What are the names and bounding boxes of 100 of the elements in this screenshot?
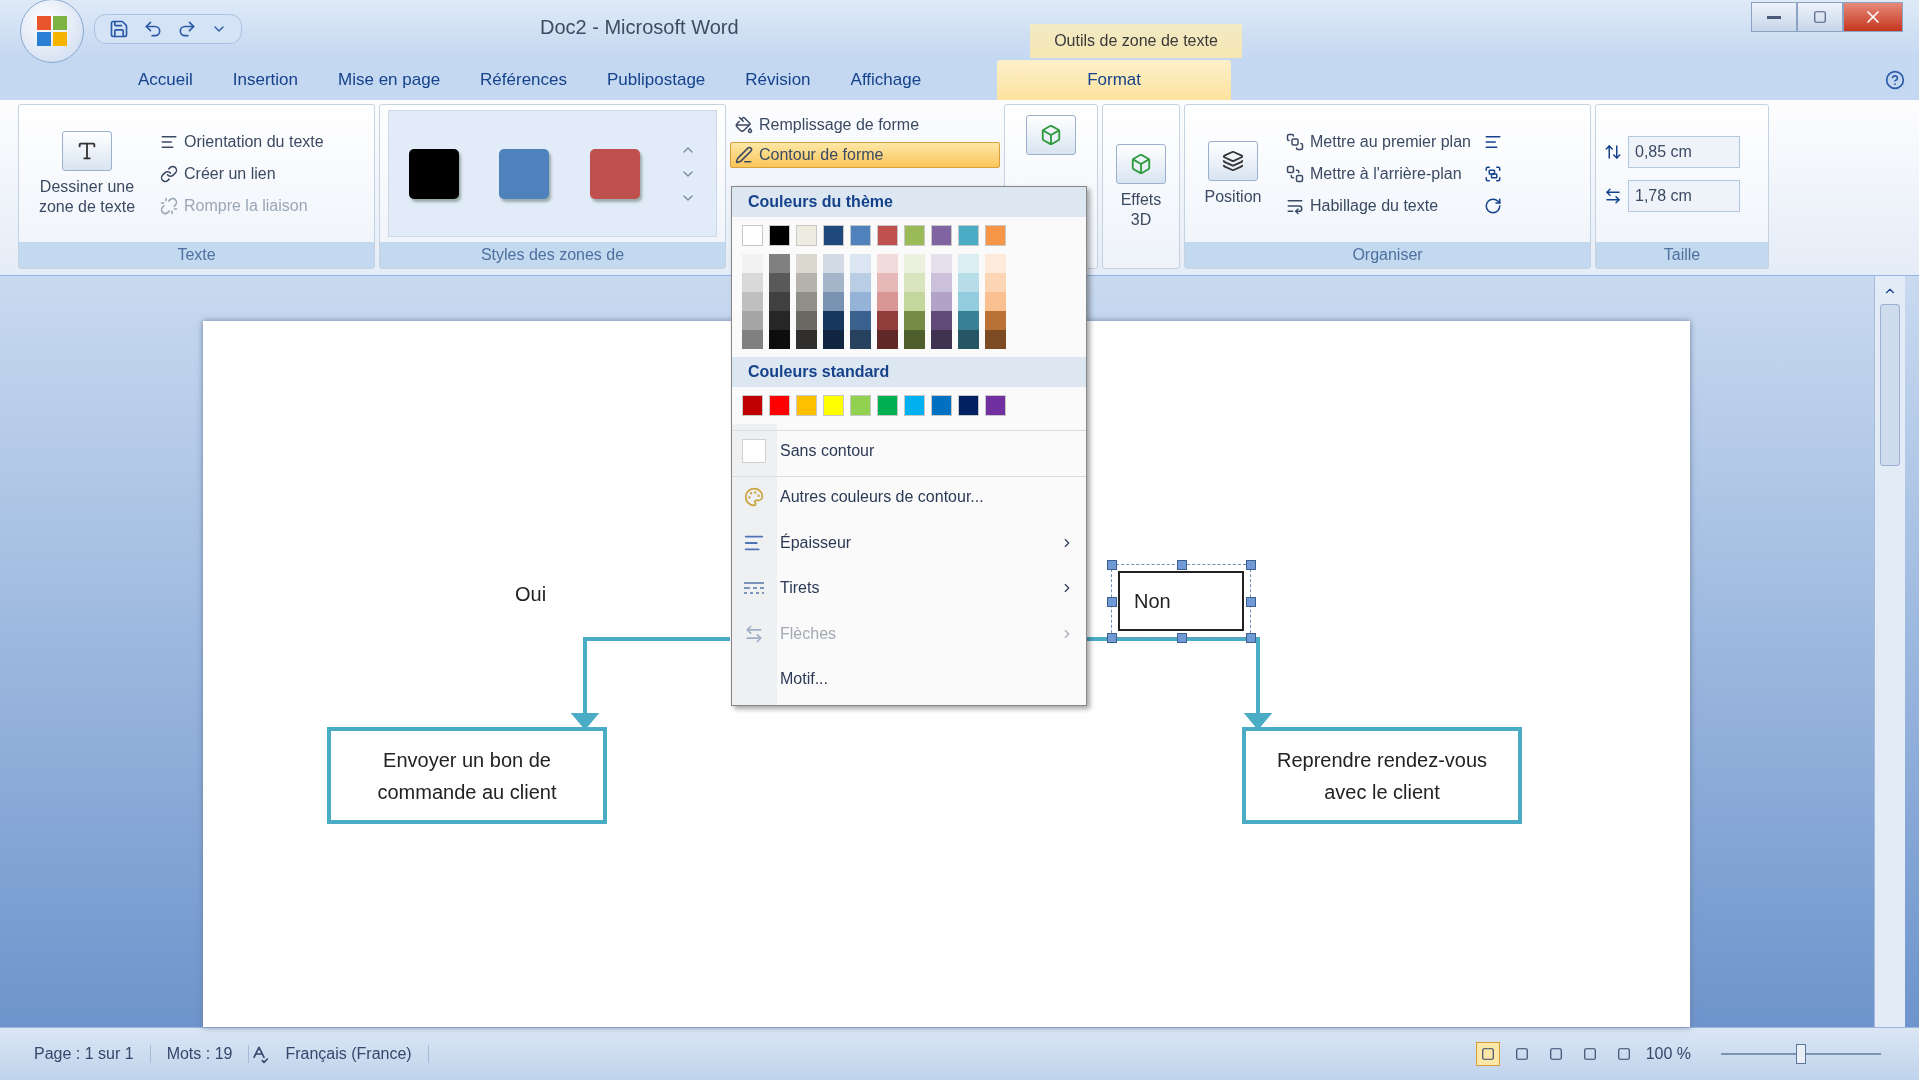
resize-handle[interactable] [1246,633,1256,643]
shade-swatch[interactable] [850,273,871,292]
status-item[interactable]: Français (France) [269,1045,429,1063]
color-swatch[interactable] [769,225,790,246]
draw-text-box-button[interactable]: Dessiner une zone de texte [27,126,147,221]
zoom-level[interactable]: 100 % [1645,1045,1691,1063]
help-icon[interactable] [1885,70,1905,90]
shade-swatch[interactable] [796,292,817,311]
shade-swatch[interactable] [769,292,790,311]
save-icon[interactable] [109,19,129,39]
color-swatch[interactable] [796,395,817,416]
shade-swatch[interactable] [985,330,1006,349]
ribbon-command[interactable]: Créer un lien [155,160,329,187]
shade-swatch[interactable] [931,311,952,330]
maximize-button[interactable] [1797,2,1843,32]
color-swatch[interactable] [742,225,763,246]
shade-swatch[interactable] [742,254,763,273]
resize-handle[interactable] [1177,560,1187,570]
shape-style-swatch[interactable] [499,148,550,199]
shade-swatch[interactable] [769,254,790,273]
redo-icon[interactable] [177,19,197,39]
shade-swatch[interactable] [742,292,763,311]
shade-swatch[interactable] [850,330,871,349]
status-item[interactable]: Page : 1 sur 1 [18,1045,151,1063]
color-swatch[interactable] [985,395,1006,416]
shade-swatch[interactable] [850,254,871,273]
ribbon-tab[interactable]: Révision [725,60,831,100]
ribbon-command[interactable]: Orientation du texte [155,128,329,155]
shade-swatch[interactable] [742,311,763,330]
shade-swatch[interactable] [904,254,925,273]
shade-swatch[interactable] [850,311,871,330]
shade-swatch[interactable] [877,273,898,292]
shade-swatch[interactable] [958,254,979,273]
shape-format-button[interactable]: Remplissage de forme [730,112,1000,138]
shade-swatch[interactable] [931,254,952,273]
ribbon-tab[interactable]: Insertion [212,60,318,100]
shade-swatch[interactable] [985,292,1006,311]
shade-swatch[interactable] [850,292,871,311]
shade-swatch[interactable] [769,273,790,292]
ribbon-tab[interactable]: Accueil [118,60,213,100]
resize-handle[interactable] [1246,597,1256,607]
color-swatch[interactable] [904,395,925,416]
shade-swatch[interactable] [877,292,898,311]
size-field[interactable]: 0,85 cm [1628,135,1740,168]
shape-format-button[interactable]: Contour de forme [730,142,1000,168]
close-button[interactable] [1843,2,1903,32]
resize-handle[interactable] [1107,597,1117,607]
undo-icon[interactable] [143,19,163,39]
color-swatch[interactable] [958,395,979,416]
menu-item[interactable]: Autres couleurs de contour... [732,476,1086,518]
status-item[interactable]: Mots : 19 [150,1045,250,1063]
color-swatch[interactable] [742,395,763,416]
ribbon-command[interactable]: Habillage du texte [1281,192,1476,219]
ribbon-tab[interactable]: Affichage [830,60,942,100]
rotate-icon[interactable] [1483,196,1502,215]
color-swatch[interactable] [931,225,952,246]
menu-item[interactable]: Tirets [732,568,1086,609]
shade-swatch[interactable] [877,330,898,349]
shade-swatch[interactable] [904,330,925,349]
scroll-thumb[interactable] [1880,304,1900,466]
color-swatch[interactable] [769,395,790,416]
color-swatch[interactable] [823,225,844,246]
ribbon-tab[interactable]: Mise en page [318,60,461,100]
ribbon-tab[interactable]: Format [997,60,1231,100]
color-swatch[interactable] [850,395,871,416]
shade-swatch[interactable] [985,254,1006,273]
shade-swatch[interactable] [796,330,817,349]
text-box[interactable]: Non [1118,571,1244,631]
menu-item[interactable]: Sans contour [732,429,1086,471]
shade-swatch[interactable] [877,254,898,273]
shade-swatch[interactable] [958,273,979,292]
resize-handle[interactable] [1107,633,1117,643]
color-swatch[interactable] [850,225,871,246]
ribbon-tab[interactable]: Références [460,60,588,100]
shade-swatch[interactable] [742,273,763,292]
color-swatch[interactable] [904,225,925,246]
shade-swatch[interactable] [823,330,844,349]
minimize-button[interactable] [1751,2,1797,32]
vertical-scrollbar[interactable] [1874,276,1905,1027]
resize-handle[interactable] [1177,633,1187,643]
menu-item[interactable]: Épaisseur [732,522,1086,563]
color-swatch[interactable] [931,395,952,416]
shade-swatch[interactable] [823,311,844,330]
menu-item[interactable]: Motif... [732,659,1086,700]
shade-swatch[interactable] [769,311,790,330]
resize-handle[interactable] [1107,560,1117,570]
shade-swatch[interactable] [796,254,817,273]
ribbon-command[interactable]: Mettre à l'arrière-plan [1281,160,1476,187]
color-swatch[interactable] [823,395,844,416]
shade-swatch[interactable] [904,273,925,292]
shade-swatch[interactable] [931,292,952,311]
color-swatch[interactable] [877,225,898,246]
color-swatch[interactable] [958,225,979,246]
shade-swatch[interactable] [904,311,925,330]
color-swatch[interactable] [985,225,1006,246]
shade-swatch[interactable] [958,292,979,311]
size-field[interactable]: 1,78 cm [1628,179,1740,212]
shade-swatch[interactable] [796,311,817,330]
shade-swatch[interactable] [985,273,1006,292]
shade-swatch[interactable] [958,311,979,330]
